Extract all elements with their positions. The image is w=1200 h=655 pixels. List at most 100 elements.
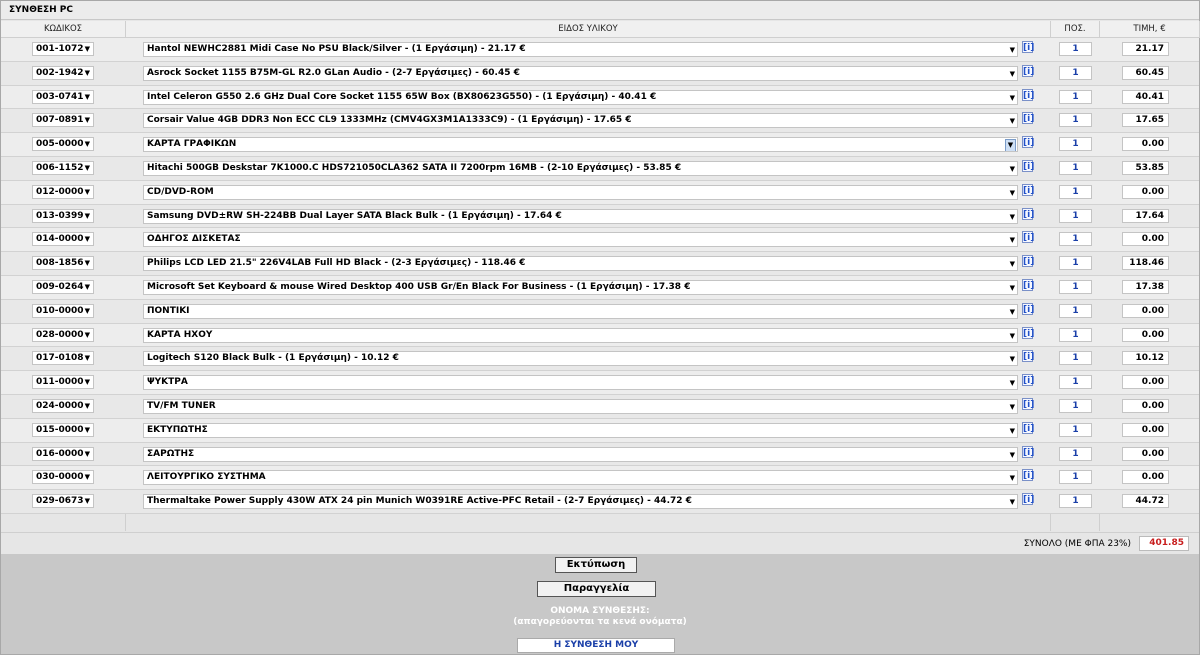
code-select[interactable]: 029-0673 ▼ xyxy=(32,494,94,509)
chevron-down-icon[interactable]: ▼ xyxy=(85,138,90,150)
info-icon[interactable]: [i] xyxy=(1022,64,1034,77)
chevron-down-icon[interactable]: ▼ xyxy=(85,114,90,126)
chevron-down-icon[interactable]: ▼ xyxy=(85,281,90,293)
chevron-down-icon[interactable]: ▼ xyxy=(85,186,90,198)
chevron-down-icon[interactable]: ▼ xyxy=(85,495,90,507)
code-select[interactable]: 024-0000 ▼ xyxy=(32,398,94,413)
info-icon[interactable]: [i] xyxy=(1022,326,1034,339)
item-select[interactable]: ΚΑΡΤΑ ΗΧΟΥ ▼ xyxy=(143,327,1018,343)
quantity-field[interactable]: 1 xyxy=(1059,303,1092,318)
chevron-down-icon[interactable]: ▼ xyxy=(85,67,90,79)
code-select[interactable]: 003-0741 ▼ xyxy=(32,89,94,104)
chevron-down-icon[interactable]: ▼ xyxy=(1010,377,1015,389)
item-select[interactable]: Intel Celeron G550 2.6 GHz Dual Core Soc… xyxy=(143,89,1018,105)
code-select[interactable]: 008-1856 ▼ xyxy=(32,256,94,271)
quantity-field[interactable]: 1 xyxy=(1059,494,1092,509)
item-select[interactable]: ΛΕΙΤΟΥΡΓΙΚΟ ΣΥΣΤΗΜΑ ▼ xyxy=(143,470,1018,486)
code-select[interactable]: 007-0891 ▼ xyxy=(32,113,94,128)
info-icon[interactable]: [i] xyxy=(1022,231,1034,244)
composition-name-input[interactable]: Η ΣΥΝΘΕΣΗ ΜΟΥ xyxy=(517,638,675,653)
chevron-down-icon[interactable]: ▼ xyxy=(1010,449,1015,461)
item-select[interactable]: ΣΑΡΩΤΗΣ ▼ xyxy=(143,446,1018,462)
item-select[interactable]: Hantol NEWHC2881 Midi Case No PSU Black/… xyxy=(143,42,1018,57)
chevron-down-icon[interactable]: ▼ xyxy=(85,91,90,103)
quantity-field[interactable]: 1 xyxy=(1059,89,1092,104)
chevron-down-icon[interactable]: ▼ xyxy=(85,162,90,174)
chevron-down-icon[interactable]: ▼ xyxy=(85,448,90,460)
quantity-field[interactable]: 1 xyxy=(1059,137,1092,152)
code-select[interactable]: 001-1072 ▼ xyxy=(32,42,94,56)
chevron-down-icon[interactable]: ▼ xyxy=(1010,92,1015,104)
chevron-down-icon[interactable]: ▼ xyxy=(1010,44,1015,56)
code-select[interactable]: 010-0000 ▼ xyxy=(32,303,94,318)
item-select[interactable]: Philips LCD LED 21.5" 226V4LAB Full HD B… xyxy=(143,256,1018,272)
quantity-field[interactable]: 1 xyxy=(1059,232,1092,247)
code-select[interactable]: 017-0108 ▼ xyxy=(32,351,94,366)
info-icon[interactable]: [i] xyxy=(1022,493,1034,506)
info-icon[interactable]: [i] xyxy=(1022,112,1034,125)
quantity-field[interactable]: 1 xyxy=(1059,375,1092,390)
quantity-field[interactable]: 1 xyxy=(1059,470,1092,485)
chevron-down-icon[interactable]: ▼ xyxy=(1010,306,1015,318)
quantity-field[interactable]: 1 xyxy=(1059,184,1092,199)
info-icon[interactable]: [i] xyxy=(1022,183,1034,196)
info-icon[interactable]: [i] xyxy=(1022,374,1034,387)
quantity-field[interactable]: 1 xyxy=(1059,113,1092,128)
info-icon[interactable]: [i] xyxy=(1022,88,1034,101)
code-select[interactable]: 028-0000 ▼ xyxy=(32,327,94,342)
item-select[interactable]: Corsair Value 4GB DDR3 Non ECC CL9 1333M… xyxy=(143,113,1018,129)
info-icon[interactable]: [i] xyxy=(1022,41,1034,53)
chevron-down-icon[interactable]: ▼ xyxy=(1010,234,1015,246)
item-select[interactable]: ΨΥΚΤΡΑ ▼ xyxy=(143,375,1018,391)
code-select[interactable]: 015-0000 ▼ xyxy=(32,422,94,437)
info-icon[interactable]: [i] xyxy=(1022,469,1034,482)
chevron-down-icon[interactable]: ▼ xyxy=(1010,353,1015,365)
info-icon[interactable]: [i] xyxy=(1022,159,1034,172)
code-select[interactable]: 002-1942 ▼ xyxy=(32,65,94,80)
chevron-down-icon[interactable]: ▼ xyxy=(1010,115,1015,127)
chevron-down-icon[interactable]: ▼ xyxy=(1010,187,1015,199)
chevron-down-icon[interactable]: ▼ xyxy=(1010,163,1015,175)
item-select[interactable]: Samsung DVD±RW SH-224BB Dual Layer SATA … xyxy=(143,208,1018,224)
code-select[interactable]: 030-0000 ▼ xyxy=(32,470,94,485)
info-icon[interactable]: [i] xyxy=(1022,207,1034,220)
item-select[interactable]: TV/FM TUNER ▼ xyxy=(143,398,1018,414)
item-select[interactable]: ΠΟΝΤΙΚΙ ▼ xyxy=(143,303,1018,319)
item-select[interactable]: ΕΚΤΥΠΩΤΗΣ ▼ xyxy=(143,422,1018,438)
item-select[interactable]: Hitachi 500GB Deskstar 7K1000.C HDS72105… xyxy=(143,160,1018,176)
code-select[interactable]: 006-1152 ▼ xyxy=(32,160,94,175)
code-select[interactable]: 009-0264 ▼ xyxy=(32,279,94,294)
item-select[interactable]: Microsoft Set Keyboard & mouse Wired Des… xyxy=(143,279,1018,295)
chevron-down-icon[interactable]: ▼ xyxy=(85,376,90,388)
chevron-down-icon[interactable]: ▼ xyxy=(85,471,90,483)
item-select[interactable]: Asrock Socket 1155 B75M-GL R2.0 GLan Aud… xyxy=(143,65,1018,81)
info-icon[interactable]: [i] xyxy=(1022,136,1034,149)
chevron-down-icon[interactable]: ▼ xyxy=(1010,472,1015,484)
chevron-down-icon[interactable]: ▼ xyxy=(1010,330,1015,342)
code-select[interactable]: 012-0000 ▼ xyxy=(32,184,94,199)
chevron-down-icon[interactable]: ▼ xyxy=(85,210,90,222)
print-button[interactable]: Εκτύπωση xyxy=(555,557,637,573)
chevron-down-icon[interactable]: ▼ xyxy=(1010,401,1015,413)
chevron-down-icon[interactable]: ▼ xyxy=(1010,211,1015,223)
quantity-field[interactable]: 1 xyxy=(1059,279,1092,294)
chevron-down-icon[interactable]: ▼ xyxy=(85,305,90,317)
quantity-field[interactable]: 1 xyxy=(1059,398,1092,413)
item-select[interactable]: Logitech S120 Black Bulk - (1 Εργάσιμη) … xyxy=(143,351,1018,367)
quantity-field[interactable]: 1 xyxy=(1059,42,1092,56)
info-icon[interactable]: [i] xyxy=(1022,255,1034,268)
chevron-down-icon[interactable]: ▼ xyxy=(1010,68,1015,80)
code-select[interactable]: 014-0000 ▼ xyxy=(32,232,94,247)
quantity-field[interactable]: 1 xyxy=(1059,65,1092,80)
quantity-field[interactable]: 1 xyxy=(1059,422,1092,437)
item-select[interactable]: CD/DVD-ROM ▼ xyxy=(143,184,1018,200)
chevron-down-icon[interactable]: ▼ xyxy=(85,43,90,55)
chevron-down-icon[interactable]: ▼ xyxy=(85,424,90,436)
quantity-field[interactable]: 1 xyxy=(1059,256,1092,271)
chevron-down-icon[interactable]: ▼ xyxy=(85,233,90,245)
info-icon[interactable]: [i] xyxy=(1022,421,1034,434)
order-button[interactable]: Παραγγελία xyxy=(537,581,656,597)
quantity-field[interactable]: 1 xyxy=(1059,327,1092,342)
info-icon[interactable]: [i] xyxy=(1022,350,1034,363)
item-select[interactable]: ΟΔΗΓΟΣ ΔΙΣΚΕΤΑΣ ▼ xyxy=(143,232,1018,248)
